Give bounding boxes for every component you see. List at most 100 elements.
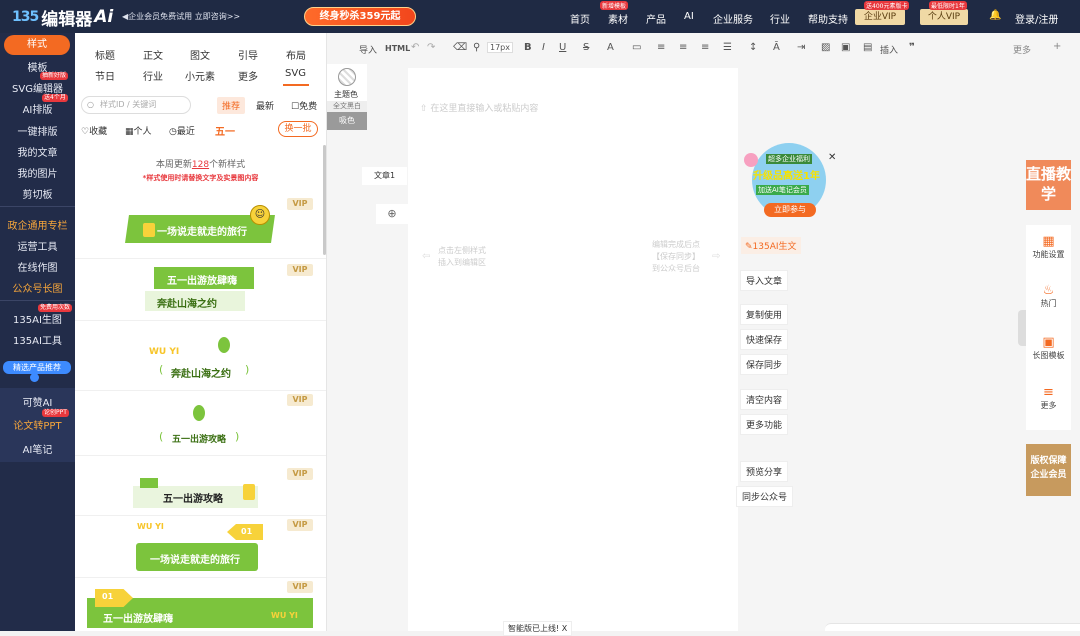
panel-scrollbar[interactable] [323,145,326,255]
format-painter-icon[interactable]: ⚲ [473,42,480,53]
tab-more[interactable]: 更多 [238,68,258,83]
left-nav-item-one-click[interactable]: 一键排版 [0,123,75,138]
gallery-icon[interactable]: ▤ [863,42,872,53]
font-color-icon[interactable]: A [607,42,614,53]
tab-image-text[interactable]: 图文 [190,47,210,62]
nav-item-industry[interactable]: 行业 [770,11,790,26]
more-functions-button[interactable]: 更多功能 [740,414,789,435]
image-icon[interactable]: ▣ [841,42,850,53]
close-icon[interactable]: X [562,624,567,633]
nav-item-enterprise[interactable]: 企业服务 [713,11,753,26]
tab-body[interactable]: 正文 [143,47,163,62]
rail-long-image[interactable]: ▣ 长图模板 [1026,335,1071,361]
undo-icon[interactable]: ↶ [411,42,419,53]
ai-article-button[interactable]: ✎135AI生文 [741,237,801,254]
sync-wechat-button[interactable]: 同步公众号 [736,486,794,507]
rail-settings[interactable]: ▦ 功能设置 [1026,234,1071,260]
add-icon[interactable]: + [1053,41,1061,52]
redo-icon[interactable]: ↷ [427,42,435,53]
festival-tag[interactable]: 五一 [215,123,235,138]
align-left-icon[interactable]: ≡ [657,42,665,53]
left-nav-item-style[interactable]: 样式 [4,35,70,55]
tab-layout[interactable]: 布局 [286,47,306,62]
preview-share-button[interactable]: 预览分享 [740,461,789,482]
style-card[interactable]: VIP 一场说走就走的旅行 ☺ [75,195,326,259]
tab-title[interactable]: 标题 [95,47,115,62]
promo-link[interactable]: ◀企业会员免费试用 立即咨询>> [122,11,240,22]
left-nav-item-ai-notes[interactable]: AI笔记 [0,441,75,456]
left-nav-item-kezan-ai[interactable]: 可赞AI [0,394,75,409]
border-icon[interactable]: ▨ [821,42,830,53]
brand-logo[interactable]: 135 编辑器 Ai [12,7,113,30]
nav-item-help[interactable]: 帮助支持 [808,11,848,26]
quick-save-button[interactable]: 快速保存 [740,329,789,350]
style-card[interactable]: VIP 五一出游放肆嗨 奔赴山海之约 [75,259,326,321]
line-height-icon[interactable]: ↕ [749,42,757,53]
insert-menu[interactable]: 插入 [880,43,898,56]
toolbar-import[interactable]: 导入 [359,43,377,56]
strikethrough-icon[interactable]: S [583,42,589,53]
filter-latest[interactable]: 最新 [256,99,274,112]
enterprise-vip-button[interactable]: 企业VIP [855,9,905,25]
featured-products-chip[interactable]: 精选产品推荐 [3,361,71,374]
list-icon[interactable]: ☰ [723,42,732,53]
search-input[interactable]: ○ 样式ID / 关键词 [81,96,191,114]
close-icon[interactable]: ✕ [828,152,836,163]
left-nav-item-online-draw[interactable]: 在线作图 [0,259,75,274]
article-tab[interactable]: 文章1 [362,167,407,185]
font-size-select[interactable]: 17px [487,42,513,53]
style-card[interactable]: WU YI 奔赴山海之约 ( ) [75,321,326,391]
nav-item-ai[interactable]: AI [684,11,694,22]
filter-recommend[interactable]: 推荐 [217,97,246,114]
copyright-banner[interactable]: 版权保障企业会员 [1026,444,1071,496]
left-nav-item-gov[interactable]: 政企通用专栏 [0,217,75,232]
style-card[interactable]: VIP 五一出游攻略 [75,456,326,516]
add-article-button[interactable]: ⊕ [376,204,408,224]
bell-icon[interactable]: 🔔 [989,10,1001,21]
left-nav-item-clipboard[interactable]: 剪切板 [0,186,75,201]
left-nav-item-my-images[interactable]: 我的图片 [0,165,75,180]
pick-color-button[interactable]: 吸色 [327,112,367,130]
copy-use-button[interactable]: 复制使用 [740,304,789,325]
full-white-toggle[interactable]: 全文黑白 [327,101,367,112]
sale-banner[interactable]: 终身秒杀359元起 [304,7,416,26]
rail-hot[interactable]: ♨ 热门 [1026,283,1071,309]
editor-canvas[interactable] [408,68,738,631]
align-center-icon[interactable]: ≡ [679,42,687,53]
letter-spacing-icon[interactable]: Ā [773,42,780,53]
tab-small-elements[interactable]: 小元素 [185,68,215,83]
recent-filter[interactable]: ◷最近 [169,124,195,137]
left-nav-item-ai-image[interactable]: 135AI生图 [0,311,75,326]
tab-industry[interactable]: 行业 [143,68,163,83]
nav-item-material[interactable]: 素材 [608,11,628,26]
tab-svg[interactable]: SVG [285,68,306,79]
underline-icon[interactable]: U [559,42,566,53]
promo-widget[interactable]: 超多企业福利 升级品高送1年 加送AI笔记会员 立即参与 [744,143,829,225]
left-nav-item-my-articles[interactable]: 我的文章 [0,144,75,159]
bold-icon[interactable]: B [524,42,532,53]
tab-guide[interactable]: 引导 [238,47,258,62]
nav-item-home[interactable]: 首页 [570,11,590,26]
live-teaching-banner[interactable]: 直播教学 [1026,160,1071,210]
left-nav-item-ops-tools[interactable]: 运营工具 [0,238,75,253]
eraser-icon[interactable]: ⌫ [453,42,467,53]
promo-button[interactable]: 立即参与 [764,203,816,217]
personal-filter[interactable]: ▦个人 [125,124,152,137]
import-article-button[interactable]: 导入文章 [740,270,789,291]
save-sync-button[interactable]: 保存同步 [740,354,789,375]
indent-icon[interactable]: ⇥ [797,42,805,53]
quote-icon[interactable]: ❞ [909,42,915,53]
login-link[interactable]: 登录/注册 [1015,11,1058,26]
rail-more[interactable]: ≡ 更多 [1026,385,1071,411]
left-nav-item-ai-tools[interactable]: 135AI工具 [0,332,75,347]
bottom-notice[interactable]: 智能版已上线! X [503,621,573,636]
clear-content-button[interactable]: 清空内容 [740,389,789,410]
tab-festival[interactable]: 节日 [95,68,115,83]
personal-vip-button[interactable]: 个人VIP [920,9,968,25]
switch-batch-button[interactable]: 换一批 [278,121,318,137]
left-nav-item-long-image[interactable]: 公众号长图 [0,280,75,295]
nav-item-product[interactable]: 产品 [646,11,666,26]
italic-icon[interactable]: I [542,42,545,53]
filter-free-checkbox[interactable]: ☐免费 [291,99,317,112]
style-card[interactable]: VIP 01 五一出游放肆嗨 WU YI [75,578,326,633]
